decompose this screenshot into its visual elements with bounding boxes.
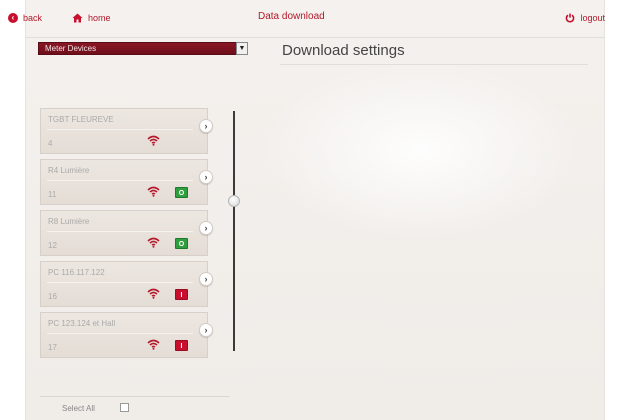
device-id: 16: [48, 292, 57, 301]
device-name: PC 116.117.122: [48, 268, 105, 277]
device-id: 17: [48, 343, 57, 352]
device-card[interactable]: TGBT FLEUREVE 4 ›: [40, 108, 213, 154]
device-name: TGBT FLEUREVE: [48, 115, 114, 124]
section-divider: [280, 64, 588, 65]
logout-label: logout: [580, 13, 605, 23]
wifi-icon: [147, 135, 160, 146]
footer-divider: [40, 396, 230, 397]
status-badge: I: [175, 289, 188, 300]
status-badge: I: [175, 340, 188, 351]
card-divider: [47, 129, 193, 130]
device-card[interactable]: R4 Lumière 11 O ›: [40, 159, 213, 205]
status-badge: O: [175, 187, 188, 198]
back-button[interactable]: ‹ back: [8, 11, 42, 25]
device-id: 4: [48, 139, 53, 148]
select-all-checkbox[interactable]: [120, 403, 129, 412]
dropdown-arrow-icon[interactable]: ▼: [236, 42, 248, 55]
chevron-right-icon[interactable]: ›: [199, 323, 213, 337]
card-divider: [47, 333, 193, 334]
back-arrow-icon: ‹: [8, 13, 18, 23]
device-name: R8 Lumière: [48, 217, 90, 226]
device-card[interactable]: PC 116.117.122 16 I ›: [40, 261, 213, 307]
wifi-icon: [147, 237, 160, 248]
chevron-right-icon[interactable]: ›: [199, 119, 213, 133]
home-icon: [72, 13, 83, 23]
status-badge: O: [175, 238, 188, 249]
section-title: Download settings: [282, 42, 405, 59]
card-divider: [47, 231, 193, 232]
chevron-right-icon[interactable]: ›: [199, 221, 213, 235]
page-title: Data download: [258, 11, 325, 22]
power-icon: [565, 13, 575, 23]
home-label: home: [88, 13, 111, 23]
card-divider: [47, 282, 193, 283]
device-list-scrollbar[interactable]: [233, 111, 235, 351]
device-type-select-value: Meter Devices: [45, 44, 97, 53]
scrollbar-thumb[interactable]: [228, 195, 240, 207]
device-type-select[interactable]: Meter Devices ▼: [38, 42, 248, 55]
background-glow: [260, 60, 580, 240]
back-label: back: [23, 13, 43, 23]
wifi-icon: [147, 339, 160, 350]
card-divider: [47, 180, 193, 181]
select-all-label: Select All: [62, 404, 95, 413]
wifi-icon: [147, 288, 160, 299]
device-card[interactable]: R8 Lumière 12 O ›: [40, 210, 213, 256]
device-id: 11: [48, 190, 57, 199]
device-name: PC 123.124 et Hall: [48, 319, 116, 328]
device-card[interactable]: PC 123.124 et Hall 17 I ›: [40, 312, 213, 358]
home-button[interactable]: home: [72, 11, 111, 25]
device-name: R4 Lumière: [48, 166, 90, 175]
wifi-icon: [147, 186, 160, 197]
chevron-right-icon[interactable]: ›: [199, 170, 213, 184]
logout-button[interactable]: logout: [565, 11, 605, 25]
chevron-right-icon[interactable]: ›: [199, 272, 213, 286]
device-id: 12: [48, 241, 57, 250]
